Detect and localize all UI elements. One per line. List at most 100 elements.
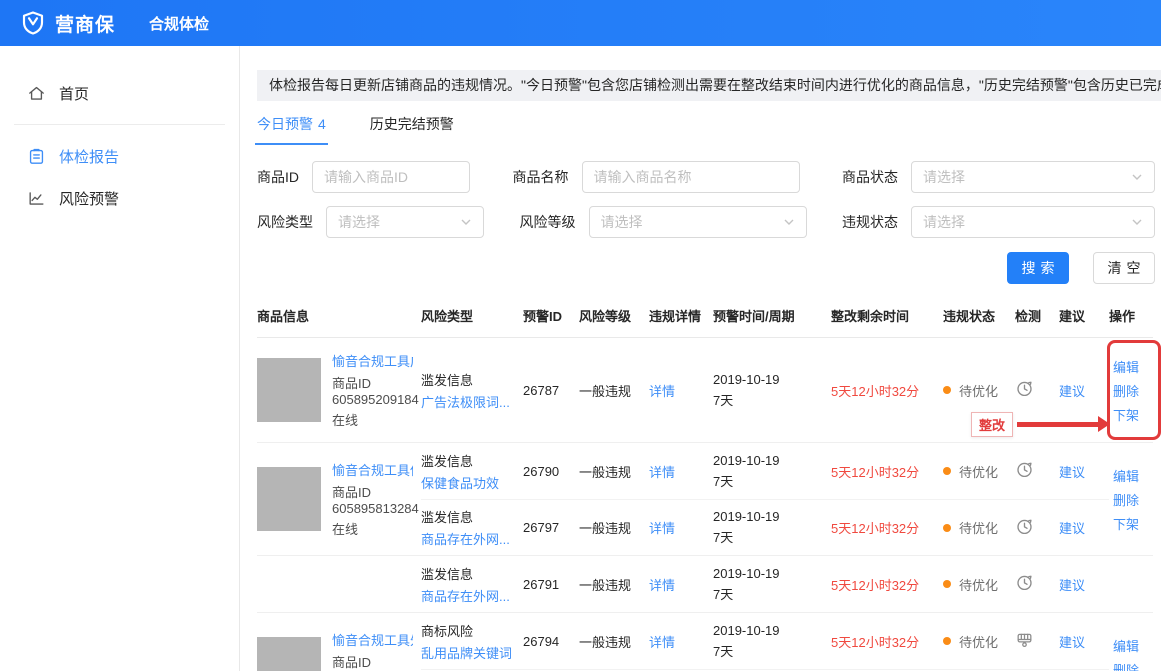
- table-row-group: 愉音合规工具广告法极...商品ID 605895209184在线滥发信息广告法极…: [257, 338, 1153, 443]
- report-icon: [27, 147, 46, 166]
- filter-label: 风险等级: [520, 212, 576, 232]
- status-dot-icon: [943, 637, 951, 645]
- column-header-1: 商品信息: [257, 306, 421, 325]
- tab-label: 历史完结预警: [370, 116, 454, 132]
- warning-id-cell: 26797: [523, 499, 579, 555]
- chevron-down-icon: [1131, 216, 1143, 228]
- edit-link[interactable]: 编辑: [1113, 466, 1139, 485]
- warning-period: 7天: [713, 584, 733, 603]
- status-text: 待优化: [959, 462, 998, 481]
- table-row-group: 愉音合规工具外网导购...商品ID 605648492287在线商标风险乱用品牌…: [257, 613, 1153, 671]
- risk-level-cell: 一般违规: [579, 499, 649, 555]
- status-dot-icon: [943, 524, 951, 532]
- column-header-7: 整改剩余时间: [831, 306, 943, 325]
- product-id-input[interactable]: [312, 161, 470, 193]
- suggest-link[interactable]: 建议: [1059, 575, 1085, 594]
- product-image: [257, 637, 321, 671]
- delete-link[interactable]: 删除: [1113, 660, 1139, 671]
- detector-icon[interactable]: [1015, 630, 1034, 652]
- warning-time-cell: 2019-10-197天: [713, 499, 831, 555]
- top-header: 营商保 合规体检: [0, 0, 1161, 46]
- sidebar-item-risk[interactable]: 风险预警: [0, 177, 239, 219]
- warning-date: 2019-10-19: [713, 566, 780, 581]
- suggest-cell: 建议: [1059, 613, 1109, 669]
- risk-type-cell: 商标风险乱用品牌关键词: [421, 613, 523, 669]
- delete-link[interactable]: 删除: [1113, 490, 1139, 509]
- filter-label: 风险类型: [257, 212, 313, 232]
- violation-status-cell: 待优化: [943, 443, 1015, 499]
- edit-link[interactable]: 编辑: [1113, 357, 1139, 376]
- suggest-link[interactable]: 建议: [1059, 518, 1085, 537]
- violation-status-cell: 待优化: [943, 556, 1015, 612]
- clock-icon[interactable]: [1015, 573, 1034, 595]
- product-title-link[interactable]: 愉音合规工具保健食品...: [332, 460, 413, 479]
- table-body: 愉音合规工具广告法极...商品ID 605895209184在线滥发信息广告法极…: [257, 338, 1153, 671]
- warning-period: 7天: [713, 390, 733, 409]
- warning-id-cell: 26794: [523, 613, 579, 669]
- sidebar-item-home[interactable]: 首页: [0, 72, 239, 114]
- sidebar-item-label: 首页: [59, 83, 89, 104]
- filter-label: 商品名称: [513, 167, 569, 187]
- clear-button[interactable]: 清空: [1093, 252, 1155, 284]
- product-title-link[interactable]: 愉音合规工具广告法极...: [332, 351, 413, 370]
- detail-link[interactable]: 详情: [649, 632, 675, 651]
- risk-category: 滥发信息: [421, 370, 473, 389]
- risk-detail-link[interactable]: 商品存在外网...: [421, 586, 510, 605]
- product-title-link[interactable]: 愉音合规工具外网导购...: [332, 630, 413, 649]
- status-text: 待优化: [959, 575, 998, 594]
- warning-id-cell: 26791: [523, 556, 579, 612]
- takedown-link[interactable]: 下架: [1113, 405, 1139, 424]
- select-placeholder: 请选择: [923, 212, 965, 232]
- risk-detail-link[interactable]: 商品存在外网...: [421, 529, 510, 548]
- filter-form: 商品ID 商品名称 商品状态 请选择 风险类型 请选择 风险等级 请选择: [257, 161, 1155, 238]
- risk-detail-link[interactable]: 乱用品牌关键词: [421, 643, 512, 662]
- detail-link[interactable]: 详情: [649, 462, 675, 481]
- column-header-9: 检测: [1015, 306, 1059, 325]
- product-cell: 愉音合规工具广告法极...商品ID 605895209184在线: [257, 338, 421, 442]
- violation-detail-cell: 详情: [649, 556, 713, 612]
- search-button[interactable]: 搜索: [1007, 252, 1069, 284]
- tab-today-warning[interactable]: 今日预警4: [257, 114, 326, 145]
- risk-type-select[interactable]: 请选择: [326, 206, 484, 238]
- product-image: [257, 467, 321, 531]
- violation-detail-cell: 详情: [649, 443, 713, 499]
- trend-icon: [27, 189, 46, 208]
- risk-detail-link[interactable]: 广告法极限词...: [421, 392, 510, 411]
- detail-link[interactable]: 详情: [649, 518, 675, 537]
- suggest-link[interactable]: 建议: [1059, 632, 1085, 651]
- filter-risk-level: 风险等级 请选择: [520, 206, 807, 238]
- page-description: 体检报告每日更新店铺商品的违规情况。"今日预警"包含您店铺检测出需要在整改结束时…: [257, 70, 1161, 101]
- product-name-input[interactable]: [582, 161, 800, 193]
- product-status-select[interactable]: 请选择: [911, 161, 1155, 193]
- chevron-down-icon: [460, 216, 472, 228]
- violation-status-select[interactable]: 请选择: [911, 206, 1155, 238]
- product-cell: [257, 556, 421, 612]
- delete-link[interactable]: 删除: [1113, 381, 1139, 400]
- risk-category: 滥发信息: [421, 451, 473, 470]
- tab-history-warning[interactable]: 历史完结预警: [370, 114, 454, 145]
- risk-level-cell: 一般违规: [579, 613, 649, 669]
- risk-category: 商标风险: [421, 621, 473, 640]
- annotation-arrow: [1017, 422, 1099, 427]
- risk-detail-link[interactable]: 保健食品功效: [421, 473, 499, 492]
- detect-cell: [1015, 499, 1059, 555]
- clock-icon[interactable]: [1015, 460, 1034, 482]
- clock-icon[interactable]: [1015, 517, 1034, 539]
- filter-buttons: 搜索 清空: [257, 252, 1155, 284]
- risk-level-select[interactable]: 请选择: [589, 206, 807, 238]
- remaining-time-cell: 5天12小时32分: [831, 338, 943, 442]
- takedown-link[interactable]: 下架: [1113, 514, 1139, 533]
- suggest-link[interactable]: 建议: [1059, 381, 1085, 400]
- edit-link[interactable]: 编辑: [1113, 636, 1139, 655]
- violation-status-cell: 待优化: [943, 613, 1015, 669]
- detail-link[interactable]: 详情: [649, 575, 675, 594]
- clock-icon[interactable]: [1015, 379, 1034, 401]
- status-dot-icon: [943, 467, 951, 475]
- detail-link[interactable]: 详情: [649, 381, 675, 400]
- violation-detail-cell: 详情: [649, 499, 713, 555]
- warning-period: 7天: [713, 527, 733, 546]
- suggest-link[interactable]: 建议: [1059, 462, 1085, 481]
- tab-label: 今日预警: [257, 116, 313, 132]
- risk-type-cell: 滥发信息商品存在外网...: [421, 499, 523, 555]
- sidebar-item-report[interactable]: 体检报告: [0, 135, 239, 177]
